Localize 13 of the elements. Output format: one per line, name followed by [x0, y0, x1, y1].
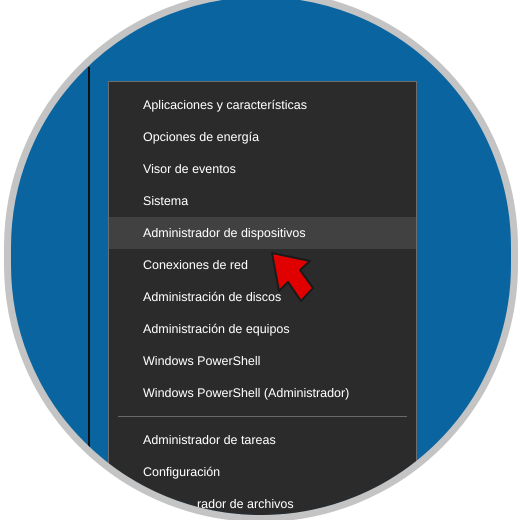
menu-item[interactable]: Configuración [109, 456, 416, 488]
menu-item[interactable]: Administrador de dispositivos [109, 217, 416, 249]
menu-item[interactable]: Windows PowerShell [109, 345, 416, 377]
menu-item[interactable]: Administración de equipos [109, 313, 416, 345]
menu-item[interactable]: Visor de eventos [109, 153, 416, 185]
menu-item[interactable]: Administración de discos [109, 281, 416, 313]
menu-item[interactable]: Administrador de tareas [109, 424, 416, 456]
menu-item[interactable]: Sistema [109, 185, 416, 217]
menu-item[interactable]: Windows PowerShell (Administrador) [109, 377, 416, 409]
menu-item[interactable]: Aplicaciones y características [109, 89, 416, 121]
menu-item[interactable]: rador de archivos [109, 488, 416, 515]
menu-item[interactable]: Opciones de energía [109, 121, 416, 153]
menu-item[interactable]: Conexiones de red [109, 249, 416, 281]
